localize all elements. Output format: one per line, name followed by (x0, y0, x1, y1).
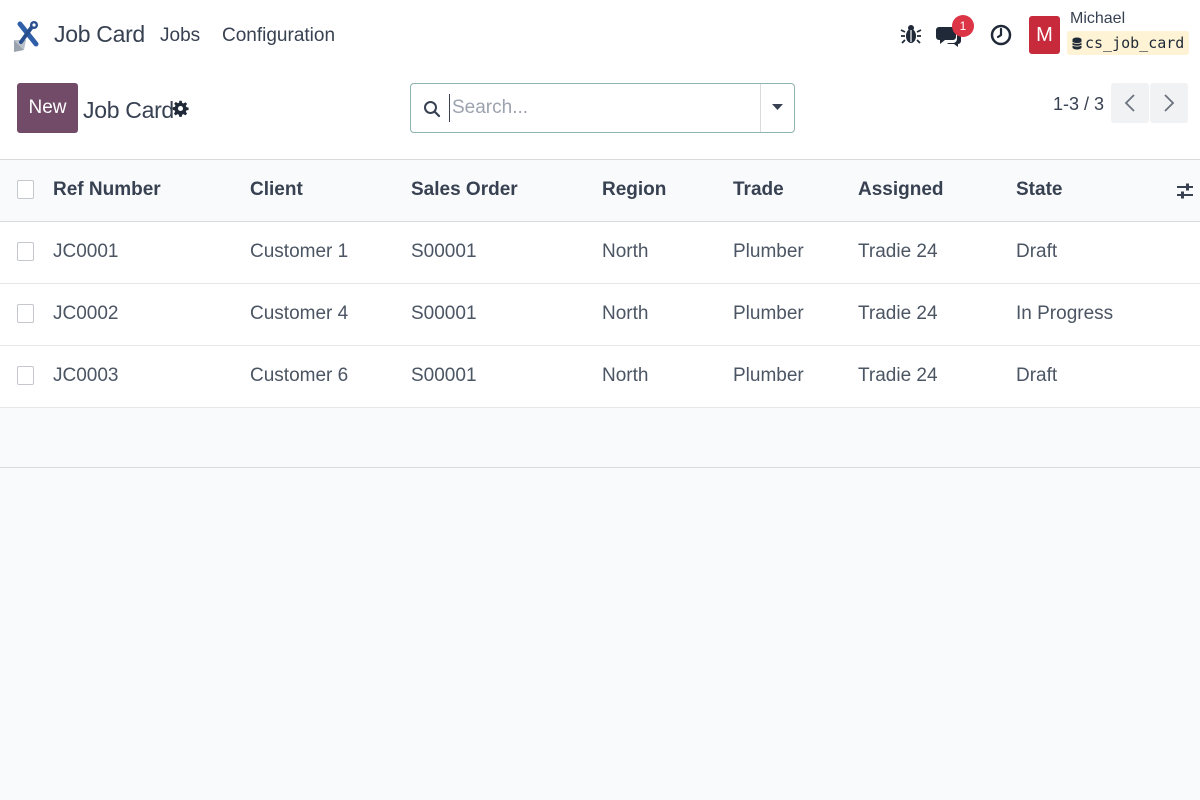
cell-trade: Plumber (733, 241, 804, 262)
column-header-ref-number[interactable]: Ref Number (53, 160, 161, 220)
caret-down-icon (772, 104, 783, 110)
cell-sales-order: S00001 (411, 241, 477, 262)
app-name[interactable]: Job Card (54, 21, 145, 48)
table-row[interactable]: JC0003 Customer 6 S00001 North Plumber T… (0, 346, 1200, 408)
table-footer (0, 409, 1200, 468)
cell-ref-number: JC0003 (53, 365, 119, 386)
chevron-right-icon (1164, 94, 1175, 112)
cell-client: Customer 4 (250, 303, 349, 324)
app-tools-icon[interactable] (12, 18, 40, 54)
table-header: Ref Number Client Sales Order Region Tra… (0, 159, 1200, 222)
column-header-sales-order[interactable]: Sales Order (411, 160, 518, 220)
row-checkbox[interactable] (17, 242, 34, 261)
bug-icon[interactable] (900, 22, 922, 46)
column-header-region[interactable]: Region (602, 160, 666, 220)
gear-icon[interactable] (172, 100, 189, 117)
cell-ref-number: JC0002 (53, 303, 119, 324)
user-avatar[interactable]: M (1029, 16, 1060, 54)
pager-value[interactable]: 1-3 / 3 (1053, 94, 1104, 115)
table-row[interactable]: JC0001 Customer 1 S00001 North Plumber T… (0, 222, 1200, 284)
table-row[interactable]: JC0002 Customer 4 S00001 North Plumber T… (0, 284, 1200, 346)
cell-assigned: Tradie 24 (858, 365, 938, 386)
database-icon (1072, 37, 1082, 50)
row-checkbox[interactable] (17, 304, 34, 323)
cell-ref-number: JC0001 (53, 241, 119, 262)
cell-client: Customer 6 (250, 365, 349, 386)
column-header-client[interactable]: Client (250, 160, 303, 220)
cell-assigned: Tradie 24 (858, 241, 938, 262)
control-panel: New Job Card 1-3 / 3 (0, 70, 1200, 159)
row-checkbox[interactable] (17, 366, 34, 385)
top-navbar: Job Card Jobs Configuration 1 M Michael … (0, 0, 1200, 70)
search-options-toggle[interactable] (761, 84, 794, 132)
search-input[interactable] (449, 94, 749, 122)
pager-next-button[interactable] (1150, 83, 1188, 123)
pager-previous-button[interactable] (1111, 83, 1149, 123)
cell-region: North (602, 241, 649, 262)
menu-configuration[interactable]: Configuration (222, 25, 335, 47)
cell-state: Draft (1016, 241, 1058, 262)
cell-trade: Plumber (733, 303, 804, 324)
page-title: Job Card (83, 97, 174, 123)
cell-assigned: Tradie 24 (858, 303, 938, 324)
search-icon (423, 100, 441, 118)
messages-badge: 1 (952, 15, 974, 37)
column-header-state[interactable]: State (1016, 160, 1062, 220)
cell-sales-order: S00001 (411, 303, 477, 324)
cell-region: North (602, 303, 649, 324)
chevron-left-icon (1124, 94, 1135, 112)
cell-client: Customer 1 (250, 241, 349, 262)
column-header-assigned[interactable]: Assigned (858, 160, 944, 220)
new-button[interactable]: New (17, 83, 78, 133)
column-settings-icon[interactable] (1175, 180, 1195, 202)
user-name[interactable]: Michael (1070, 10, 1125, 28)
select-all-checkbox[interactable] (17, 180, 34, 199)
database-name: cs_job_card (1085, 34, 1185, 52)
cell-region: North (602, 365, 649, 386)
cell-state: In Progress (1016, 303, 1114, 324)
database-chip: cs_job_card (1067, 31, 1190, 55)
cell-state: Draft (1016, 365, 1058, 386)
cell-trade: Plumber (733, 365, 804, 386)
column-header-trade[interactable]: Trade (733, 160, 784, 220)
search-box (410, 83, 795, 133)
job-card-list: Ref Number Client Sales Order Region Tra… (0, 159, 1200, 408)
cell-sales-order: S00001 (411, 365, 477, 386)
clock-icon[interactable] (990, 24, 1012, 46)
menu-jobs[interactable]: Jobs (160, 25, 200, 47)
